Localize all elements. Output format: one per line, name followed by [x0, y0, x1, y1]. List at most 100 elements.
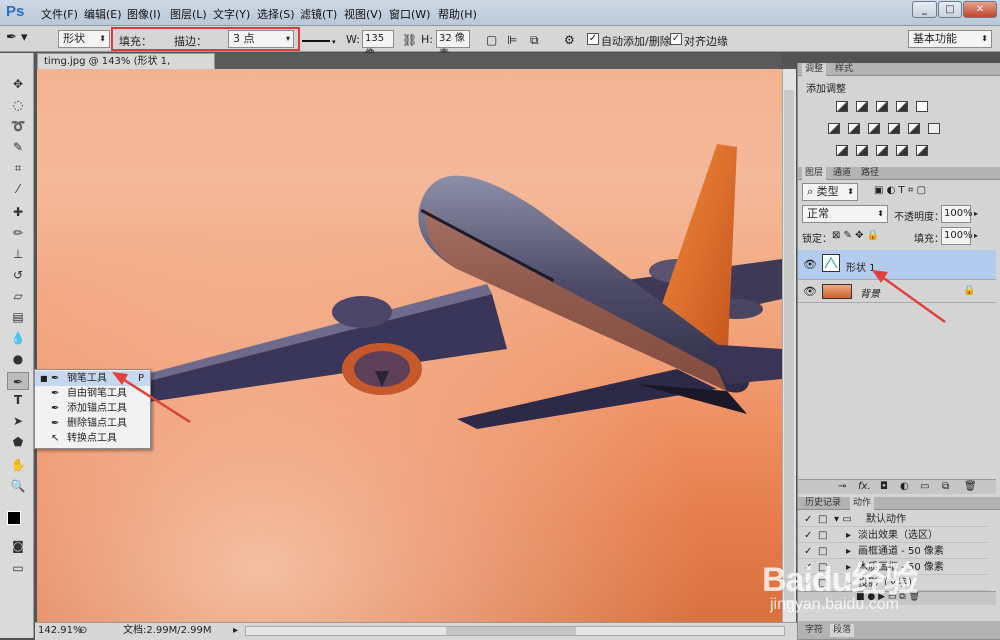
- lock-options-icon[interactable]: ⊠ ✎ ✥ 🔒: [832, 230, 879, 241]
- threshold-icon[interactable]: [876, 145, 888, 156]
- action-row[interactable]: ✓ □ ▸ 淡出效果（选区）: [798, 528, 988, 543]
- healing-brush-tool-icon[interactable]: ✚: [7, 203, 29, 221]
- pen-tool-icon[interactable]: ✒: [7, 372, 29, 390]
- blur-tool-icon[interactable]: 💧: [7, 329, 29, 347]
- tab-history[interactable]: 历史记录: [802, 497, 844, 510]
- tab-channels[interactable]: 通道: [830, 167, 854, 180]
- width-input[interactable]: 135 像: [362, 30, 394, 60]
- menu-help[interactable]: 帮助(H): [438, 6, 477, 22]
- path-operations-icon[interactable]: ▢: [486, 33, 497, 47]
- tab-layers[interactable]: 图层: [802, 167, 827, 180]
- crop-tool-icon[interactable]: ⌗: [7, 159, 29, 177]
- mask-icon[interactable]: ◘: [880, 481, 888, 492]
- clone-stamp-tool-icon[interactable]: ⊥: [7, 245, 29, 263]
- gradient-tool-icon[interactable]: ▤: [7, 308, 29, 326]
- levels-icon[interactable]: [856, 101, 868, 112]
- layer-row-background[interactable]: 👁 背景 🔒: [798, 281, 996, 303]
- eyedropper-tool-icon[interactable]: ⁄: [7, 180, 29, 198]
- adjustment-layer-icon[interactable]: ◐: [900, 481, 909, 492]
- minimize-button[interactable]: _: [912, 1, 937, 18]
- zoom-level[interactable]: 142.91%: [38, 623, 83, 639]
- flyout-add-anchor-tool[interactable]: ✒ 添加锚点工具: [35, 401, 150, 416]
- menu-image[interactable]: 图像(I): [127, 6, 161, 22]
- gear-icon[interactable]: ⚙: [564, 33, 575, 47]
- photo-filter-icon[interactable]: [888, 123, 900, 134]
- tab-character[interactable]: 字符: [802, 624, 826, 637]
- selective-color-icon[interactable]: [896, 145, 908, 156]
- group-icon[interactable]: ▭: [920, 481, 929, 492]
- path-selection-tool-icon[interactable]: ➤: [7, 412, 29, 430]
- history-brush-tool-icon[interactable]: ↺: [7, 266, 29, 284]
- move-tool-icon[interactable]: ✥: [7, 75, 29, 93]
- black-white-icon[interactable]: [868, 123, 880, 134]
- tab-actions[interactable]: 动作: [850, 497, 875, 510]
- screen-mode-icon[interactable]: ▭: [7, 559, 29, 577]
- flyout-delete-anchor-tool[interactable]: ✒ 删除锚点工具: [35, 416, 150, 431]
- fill-slider-arrow-icon[interactable]: ▸: [974, 231, 978, 240]
- dodge-tool-icon[interactable]: ●: [7, 350, 29, 368]
- status-menu-arrow-icon[interactable]: ▸: [233, 623, 238, 639]
- height-input[interactable]: 32 像素: [436, 30, 470, 60]
- flyout-convert-point-tool[interactable]: ↖ 转换点工具: [35, 431, 150, 446]
- foreground-color-swatch[interactable]: [7, 511, 21, 525]
- brightness-icon[interactable]: [836, 101, 848, 112]
- marquee-tool-icon[interactable]: ◌: [7, 96, 29, 114]
- link-icon[interactable]: ⛓: [402, 33, 417, 47]
- channel-mixer-icon[interactable]: [908, 123, 920, 134]
- fx-icon[interactable]: fx.: [858, 481, 871, 492]
- layer-filter-select[interactable]: ⌕ 类型 ⬍: [802, 183, 858, 201]
- menu-view[interactable]: 视图(V): [344, 6, 382, 22]
- exposure-icon[interactable]: [896, 101, 908, 112]
- type-tool-icon[interactable]: T: [7, 391, 29, 409]
- trash-icon[interactable]: 🗑: [964, 481, 977, 492]
- curves-icon[interactable]: [876, 101, 888, 112]
- path-alignment-icon[interactable]: ⊫: [507, 33, 517, 47]
- align-edges-checkbox[interactable]: ✓: [670, 33, 682, 45]
- tab-paths[interactable]: 路径: [858, 167, 882, 180]
- status-icon[interactable]: ⊙: [79, 623, 87, 639]
- opacity-input[interactable]: 100%: [941, 205, 973, 223]
- pen-preset-icon[interactable]: ✒ ▾: [6, 30, 46, 48]
- scrollbar-thumb[interactable]: [784, 90, 794, 600]
- menu-type[interactable]: 文字(Y): [213, 6, 250, 22]
- action-row[interactable]: ✓ □ ▾ ▭ 默认动作: [798, 512, 988, 527]
- color-lookup-icon[interactable]: [928, 123, 940, 134]
- menu-layer[interactable]: 图层(L): [170, 6, 207, 22]
- hand-tool-icon[interactable]: ✋: [7, 456, 29, 474]
- link-layers-icon[interactable]: ⊸: [838, 481, 846, 492]
- path-arrangement-icon[interactable]: ⧉: [530, 33, 539, 48]
- tab-adjustments[interactable]: 调整: [802, 63, 827, 76]
- flyout-pen-tool[interactable]: ■ ✒ 钢笔工具 P: [35, 371, 150, 386]
- document-canvas[interactable]: [37, 69, 782, 622]
- horizontal-scrollbar[interactable]: [245, 626, 785, 636]
- menu-file[interactable]: 文件(F): [41, 6, 78, 22]
- document-tab[interactable]: timg.jpg @ 143% (形状 1, RGB/8#) * ×: [37, 53, 215, 83]
- menu-window[interactable]: 窗口(W): [389, 6, 430, 22]
- tab-paragraph[interactable]: 段落: [830, 624, 855, 637]
- hue-saturation-icon[interactable]: [828, 123, 840, 134]
- blend-mode-select[interactable]: 正常 ⬍: [802, 205, 888, 223]
- posterize-icon[interactable]: [856, 145, 868, 156]
- shape-tool-icon[interactable]: ⬟: [7, 433, 29, 451]
- lasso-tool-icon[interactable]: ➰: [7, 117, 29, 135]
- close-button[interactable]: ✕: [963, 1, 997, 18]
- maximize-button[interactable]: □: [938, 1, 962, 18]
- quick-select-tool-icon[interactable]: ✎: [7, 138, 29, 156]
- quick-mask-icon[interactable]: ◙: [7, 537, 29, 555]
- menu-edit[interactable]: 编辑(E): [84, 6, 122, 22]
- menu-filter[interactable]: 滤镜(T): [300, 6, 337, 22]
- menu-select[interactable]: 选择(S): [257, 6, 295, 22]
- tab-styles[interactable]: 样式: [832, 63, 856, 76]
- eye-icon[interactable]: 👁: [803, 258, 817, 271]
- gradient-map-icon[interactable]: [916, 145, 928, 156]
- auto-add-delete-checkbox[interactable]: ✓: [587, 33, 599, 45]
- eye-icon[interactable]: 👁: [803, 285, 817, 298]
- fill-opacity-input[interactable]: 100%: [941, 227, 973, 245]
- stroke-type-select[interactable]: ▾: [302, 35, 338, 46]
- eraser-tool-icon[interactable]: ▱: [7, 287, 29, 305]
- vibrance-icon[interactable]: [916, 101, 928, 112]
- opacity-slider-arrow-icon[interactable]: ▸: [974, 209, 978, 218]
- horizontal-scrollbar-thumb[interactable]: [446, 627, 576, 635]
- invert-icon[interactable]: [836, 145, 848, 156]
- color-balance-icon[interactable]: [848, 123, 860, 134]
